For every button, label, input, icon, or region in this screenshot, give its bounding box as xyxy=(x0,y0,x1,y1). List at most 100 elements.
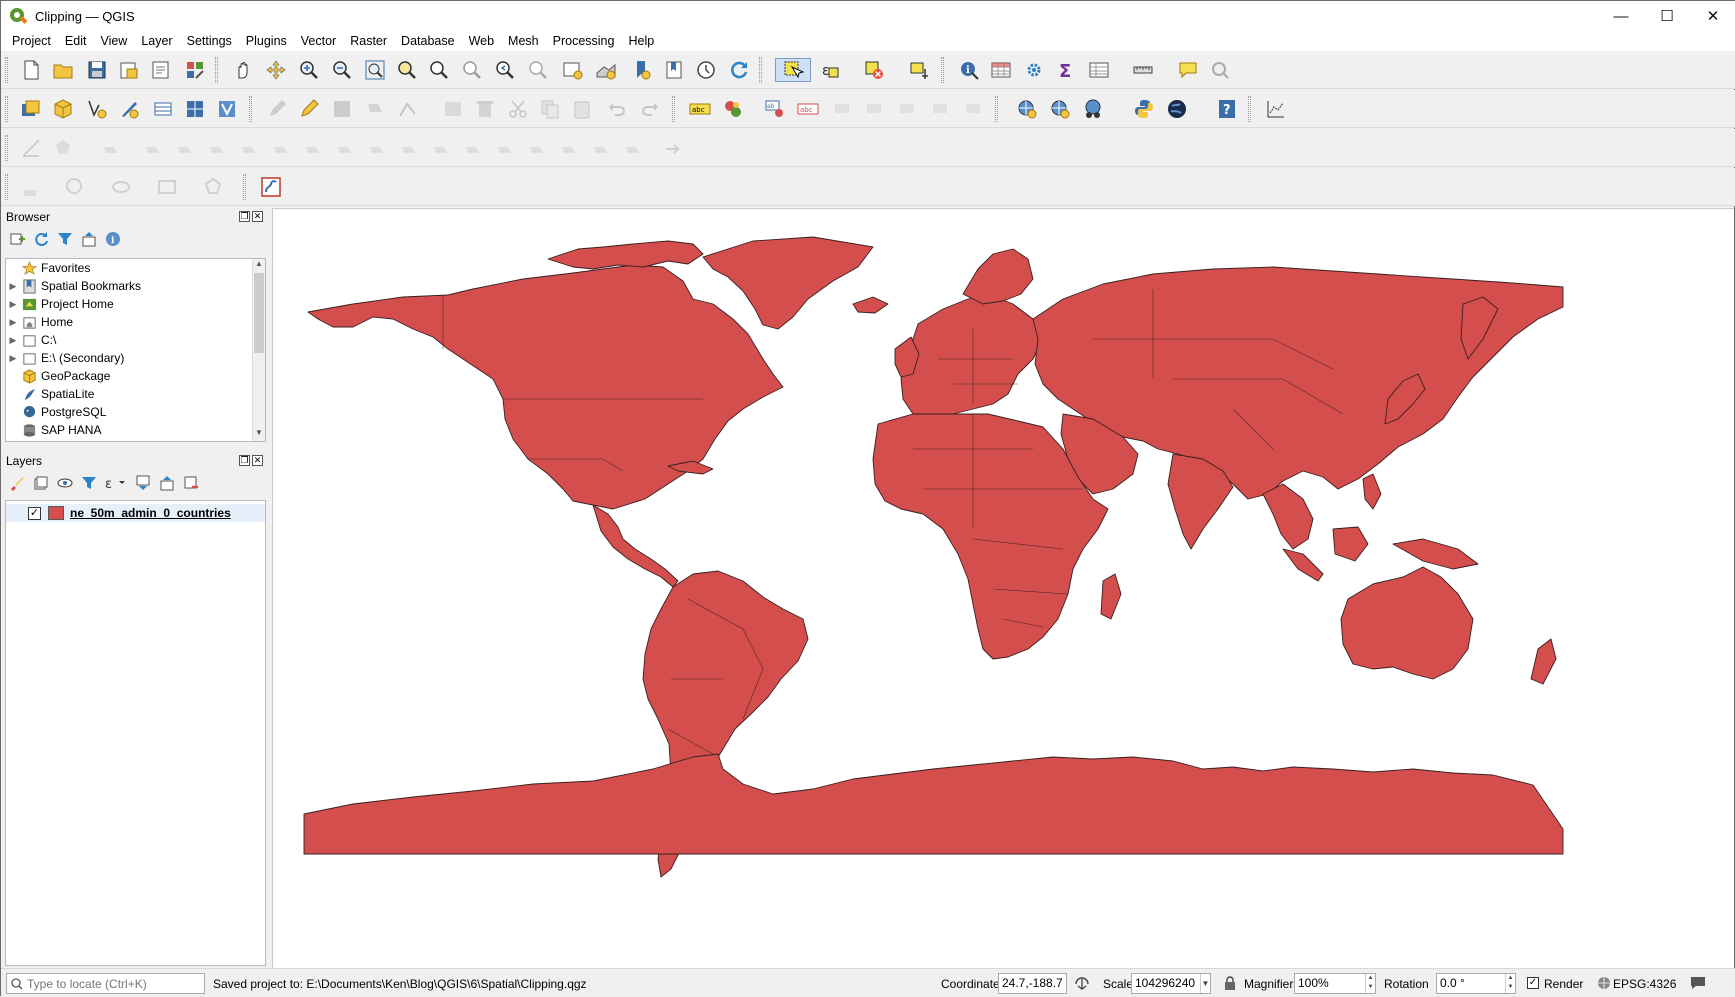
browser-item-geopackage[interactable]: GeoPackage xyxy=(6,367,265,385)
add-part-button[interactable] xyxy=(205,136,229,160)
float-panel-icon[interactable]: ❐ xyxy=(239,211,250,222)
quickmapservices-button[interactable] xyxy=(1165,97,1189,121)
save-project-button[interactable] xyxy=(85,58,109,82)
temporal-controller-button[interactable] xyxy=(694,58,718,82)
toolbar-grip[interactable] xyxy=(995,96,998,122)
split-features-button[interactable] xyxy=(461,136,485,160)
browser-item-favorites[interactable]: Favorites xyxy=(6,259,265,277)
scroll-down-icon[interactable]: ▼ xyxy=(253,428,265,441)
show-bookmarks-button[interactable] xyxy=(662,58,686,82)
layout-manager-button[interactable] xyxy=(149,58,173,82)
close-panel-icon[interactable]: ✕ xyxy=(252,455,263,466)
locator-search-button[interactable] xyxy=(1208,58,1232,82)
processing-toolbox-button[interactable] xyxy=(1022,58,1046,82)
menu-raster[interactable]: Raster xyxy=(343,34,394,48)
locator-input[interactable] xyxy=(27,976,197,991)
layer-diagram-options-button[interactable] xyxy=(721,97,745,121)
paste-features-button[interactable] xyxy=(570,97,594,121)
toolbar-grip[interactable] xyxy=(759,57,762,83)
add-group-button[interactable] xyxy=(32,474,50,492)
select-features-button[interactable] xyxy=(775,58,811,82)
filter-legend-button[interactable] xyxy=(80,474,98,492)
add-wms-wmts-button[interactable] xyxy=(1015,97,1039,121)
undo-redo-panel-button[interactable] xyxy=(661,136,685,160)
browser-refresh-button[interactable] xyxy=(32,230,50,248)
remove-layer-button[interactable] xyxy=(182,474,200,492)
cut-features-button[interactable] xyxy=(506,97,530,121)
menu-project[interactable]: Project xyxy=(5,34,58,48)
help-contents-button[interactable]: ? xyxy=(1215,97,1239,121)
enable-advanced-digitizing-button[interactable] xyxy=(19,136,43,160)
open-attribute-table-button[interactable] xyxy=(989,58,1013,82)
menu-mesh[interactable]: Mesh xyxy=(501,34,546,48)
change-label-button[interactable] xyxy=(929,97,953,121)
crs-globe-icon[interactable] xyxy=(1597,976,1611,993)
toggle-editing-button[interactable] xyxy=(297,97,321,121)
coordinate-field[interactable]: 24.7,-188.7 xyxy=(998,973,1067,994)
rotate-label-button[interactable] xyxy=(896,97,920,121)
new-print-layout-button[interactable] xyxy=(117,58,141,82)
delete-ring-button[interactable] xyxy=(269,136,293,160)
toolbar-grip[interactable] xyxy=(1248,96,1251,122)
browser-item-sap-hana[interactable]: SAP HANA xyxy=(6,421,265,439)
new-spatial-bookmark-button[interactable] xyxy=(630,58,654,82)
rotate-point-symbols-button[interactable] xyxy=(589,136,613,160)
open-field-calculator-button[interactable] xyxy=(1087,58,1111,82)
map-canvas[interactable] xyxy=(272,208,1734,968)
menu-help[interactable]: Help xyxy=(621,34,661,48)
move-label-button[interactable] xyxy=(831,97,855,121)
toolbar-grip[interactable] xyxy=(941,57,944,83)
reverse-line-button[interactable] xyxy=(397,136,421,160)
add-feature-button[interactable] xyxy=(363,97,387,121)
add-wcs-button[interactable] xyxy=(1048,97,1072,121)
redo-button[interactable] xyxy=(638,97,662,121)
pan-map-button[interactable] xyxy=(231,58,255,82)
snapping-toolbar-button[interactable] xyxy=(259,175,283,199)
modify-attributes-button[interactable] xyxy=(441,97,465,121)
toolbar-grip[interactable] xyxy=(215,57,218,83)
pan-to-selection-button[interactable] xyxy=(264,58,288,82)
refresh-button[interactable] xyxy=(727,58,751,82)
python-console-button[interactable] xyxy=(1132,97,1156,121)
copy-features-button[interactable] xyxy=(538,97,562,121)
spin-arrows-icon[interactable]: ▲ ▼ xyxy=(1365,974,1375,993)
show-hide-labels-button[interactable] xyxy=(863,97,887,121)
open-project-button[interactable] xyxy=(51,58,75,82)
layer-visibility-checkbox[interactable]: ✓ xyxy=(28,506,41,520)
reshape-features-button[interactable] xyxy=(333,136,357,160)
render-checkbox[interactable]: ✓ xyxy=(1527,977,1539,989)
filter-browser-button[interactable] xyxy=(56,230,74,248)
current-edits-button[interactable] xyxy=(265,97,289,121)
menu-processing[interactable]: Processing xyxy=(546,34,622,48)
zoom-to-selection-button[interactable] xyxy=(395,58,419,82)
browser-item-project-home[interactable]: ▶ Project Home xyxy=(6,295,265,313)
select-by-value-button[interactable]: ε xyxy=(817,58,841,82)
map-tips-button[interactable] xyxy=(1176,58,1200,82)
maximize-button[interactable]: ☐ xyxy=(1644,1,1690,31)
rotation-spinbox[interactable]: 0.0 ° ▲ ▼ xyxy=(1436,973,1516,994)
expand-arrow-icon[interactable]: ▶ xyxy=(6,281,20,292)
new-project-button[interactable] xyxy=(19,58,43,82)
toolbar-grip[interactable] xyxy=(243,174,246,200)
add-circle-button[interactable] xyxy=(63,175,87,199)
expand-arrow-icon[interactable]: ▶ xyxy=(6,335,20,346)
new-shapefile-layer-button[interactable] xyxy=(85,97,109,121)
offset-point-symbols-button[interactable] xyxy=(621,136,645,160)
scale-combobox[interactable]: 104296240 ▼ xyxy=(1131,973,1211,994)
merge-attributes-button[interactable] xyxy=(557,136,581,160)
spin-arrows-icon[interactable]: ▲ ▼ xyxy=(1505,974,1515,993)
layer-labeling-options-button[interactable]: abc xyxy=(688,97,712,121)
rotate-feature-button[interactable] xyxy=(99,136,123,160)
fill-ring-button[interactable] xyxy=(237,136,261,160)
zoom-to-layer-button[interactable] xyxy=(427,58,451,82)
lock-scale-icon[interactable] xyxy=(1224,976,1236,994)
label-properties-button[interactable] xyxy=(962,97,986,121)
zoom-next-button[interactable] xyxy=(526,58,550,82)
manage-map-themes-button[interactable] xyxy=(56,474,74,492)
menu-settings[interactable]: Settings xyxy=(180,34,239,48)
browser-item-home[interactable]: ▶ Home xyxy=(6,313,265,331)
undo-button[interactable] xyxy=(605,97,629,121)
add-vector-layer-button[interactable] xyxy=(215,97,239,121)
georeferencer-button[interactable] xyxy=(1264,97,1288,121)
scrollbar-thumb[interactable] xyxy=(254,273,264,353)
